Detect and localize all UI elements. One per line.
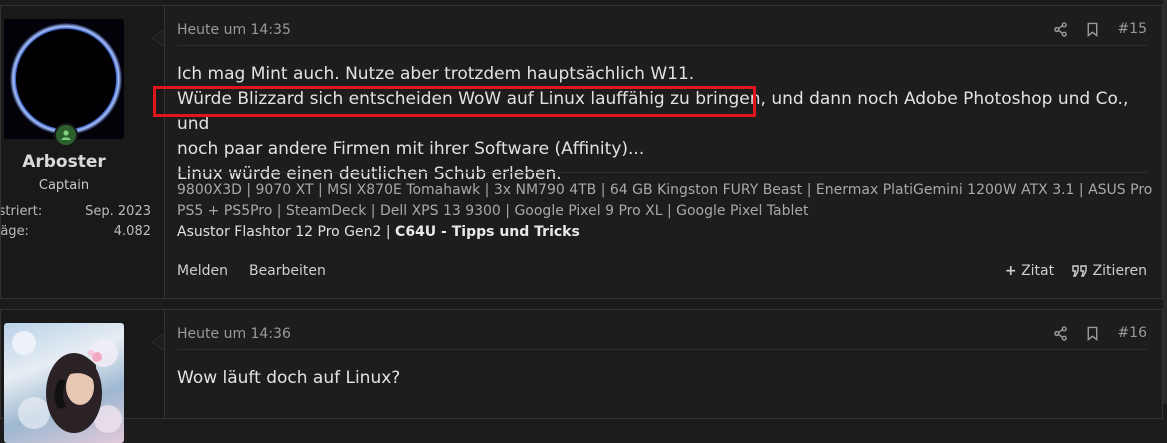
avatar-ring-image — [10, 23, 122, 135]
reply-quote-label: Zitieren — [1092, 263, 1147, 279]
quote-button[interactable]: + Zitat — [1005, 263, 1054, 279]
user-online-icon — [54, 123, 78, 147]
post-body: Wow läuft doch auf Linux? — [177, 366, 1152, 391]
body-line: noch paar andere Firmen mit ihrer Softwa… — [177, 139, 645, 159]
signature-text: Asustor Flashtor 12 Pro Gen2 | — [177, 224, 396, 240]
post-15: Arboster Captain istriert: Sep. 2023 räg… — [0, 5, 1163, 299]
post-number[interactable]: #16 — [1117, 325, 1147, 341]
bookmark-icon[interactable] — [1086, 21, 1099, 37]
user-sidebar: Arboster Captain istriert: Sep. 2023 räg… — [1, 6, 165, 298]
user-sidebar — [1, 310, 165, 443]
stat-registered: istriert: Sep. 2023 — [1, 204, 151, 219]
post-timestamp[interactable]: Heute um 14:35 — [177, 22, 291, 38]
edit-link[interactable]: Bearbeiten — [249, 263, 326, 279]
post-body: Ich mag Mint auch. Nutze aber trotzdem h… — [177, 62, 1152, 187]
share-icon[interactable] — [1053, 21, 1068, 37]
plus-icon: + — [1004, 263, 1017, 279]
stat-label: räge: — [1, 224, 29, 239]
share-icon[interactable] — [1053, 325, 1068, 341]
reply-quote-button[interactable]: Zitieren — [1072, 263, 1147, 279]
scrollbar[interactable] — [1163, 0, 1167, 404]
post-number[interactable]: #15 — [1117, 21, 1147, 37]
post-timestamp[interactable]: Heute um 14:36 — [177, 326, 291, 342]
post-16: Heute um 14:36 #16 Wow läuft doch auf Li… — [0, 309, 1163, 443]
bookmark-icon[interactable] — [1086, 325, 1099, 341]
body-line: Wow läuft doch auf Linux? — [177, 368, 401, 388]
avatar[interactable] — [4, 19, 124, 139]
post-arrow — [151, 333, 164, 351]
stat-posts: räge: 4.082 — [1, 224, 151, 239]
highlight-box — [153, 86, 756, 117]
stat-label: istriert: — [1, 204, 43, 219]
quote-label: Zitat — [1021, 263, 1055, 279]
body-line: Ich mag Mint auch. Nutze aber trotzdem h… — [177, 64, 695, 84]
signature-line: PS5 + PS5Pro | SteamDeck | Dell XPS 13 9… — [177, 203, 809, 219]
avatar-anime-image — [12, 331, 122, 433]
signature-line: 9800X3D | 9070 XT | MSI X870E Tomahawk |… — [177, 182, 1152, 198]
username[interactable]: Arboster — [1, 152, 127, 172]
stat-value: Sep. 2023 — [85, 204, 151, 219]
signature-divider — [177, 172, 1147, 173]
header-divider — [177, 349, 1147, 350]
post-arrow — [151, 29, 164, 47]
post-meta-actions: #16 — [1053, 325, 1147, 341]
signature-link[interactable]: C64U - Tipps und Tricks — [395, 224, 580, 240]
report-link[interactable]: Melden — [177, 263, 228, 279]
signature: 9800X3D | 9070 XT | MSI X870E Tomahawk |… — [177, 180, 1152, 243]
post-meta-actions: #15 — [1053, 21, 1147, 37]
quote-icon — [1072, 263, 1092, 279]
avatar[interactable] — [4, 323, 124, 443]
user-title: Captain — [38, 178, 90, 193]
signature-line: Asustor Flashtor 12 Pro Gen2 | C64U - Ti… — [177, 222, 1152, 243]
header-divider — [177, 45, 1147, 46]
stat-value: 4.082 — [113, 224, 151, 239]
